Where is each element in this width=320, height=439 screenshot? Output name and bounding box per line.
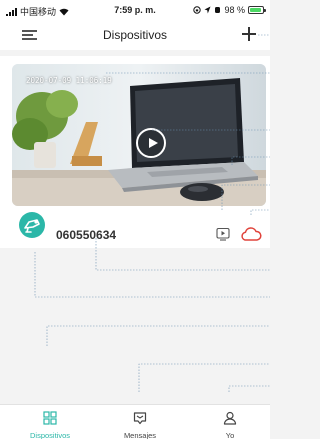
device-avatar[interactable]: [19, 212, 45, 238]
message-icon: [133, 412, 147, 425]
location-icon: [204, 6, 211, 14]
playback-icon: [216, 227, 230, 241]
page-title: Dispositivos: [102, 28, 168, 42]
cloud-icon: [241, 227, 262, 241]
lock-rotation-icon: [193, 6, 202, 14]
status-right: 98 %: [193, 5, 266, 15]
tab-devices-label: Dispositivos: [29, 431, 70, 439]
battery-icon: [248, 6, 266, 14]
device-id: 060550634: [56, 228, 117, 242]
camera-preview[interactable]: 2020-07-09 11:06:19: [12, 64, 266, 206]
tab-messages[interactable]: Mensajes: [95, 405, 185, 439]
cloud-storage-button[interactable]: [240, 227, 262, 242]
person-icon: [223, 411, 237, 425]
tab-messages-label: Mensajes: [123, 431, 157, 439]
battery-percent: 98 %: [224, 5, 245, 15]
navbar: Dispositivos: [0, 20, 270, 50]
grid-icon: [43, 411, 57, 425]
tab-bar: Dispositivos Mensajes Yo: [0, 404, 270, 439]
tab-me[interactable]: Yo: [185, 405, 275, 439]
alarm-icon: [215, 7, 221, 13]
device-card: 2020-07-09 11:06:19 060550634: [0, 56, 270, 248]
playback-button[interactable]: [216, 227, 230, 241]
tab-me-label: Yo: [225, 431, 235, 439]
add-device-button[interactable]: [241, 26, 258, 43]
camera-icon: [24, 219, 40, 233]
preview-timestamp: 2020-07-09 11:06:19: [26, 76, 112, 85]
tab-devices[interactable]: Dispositivos: [5, 405, 95, 439]
play-button[interactable]: [136, 128, 166, 158]
status-bar: 中国移动 7:59 p. m. 98 %: [0, 0, 270, 20]
